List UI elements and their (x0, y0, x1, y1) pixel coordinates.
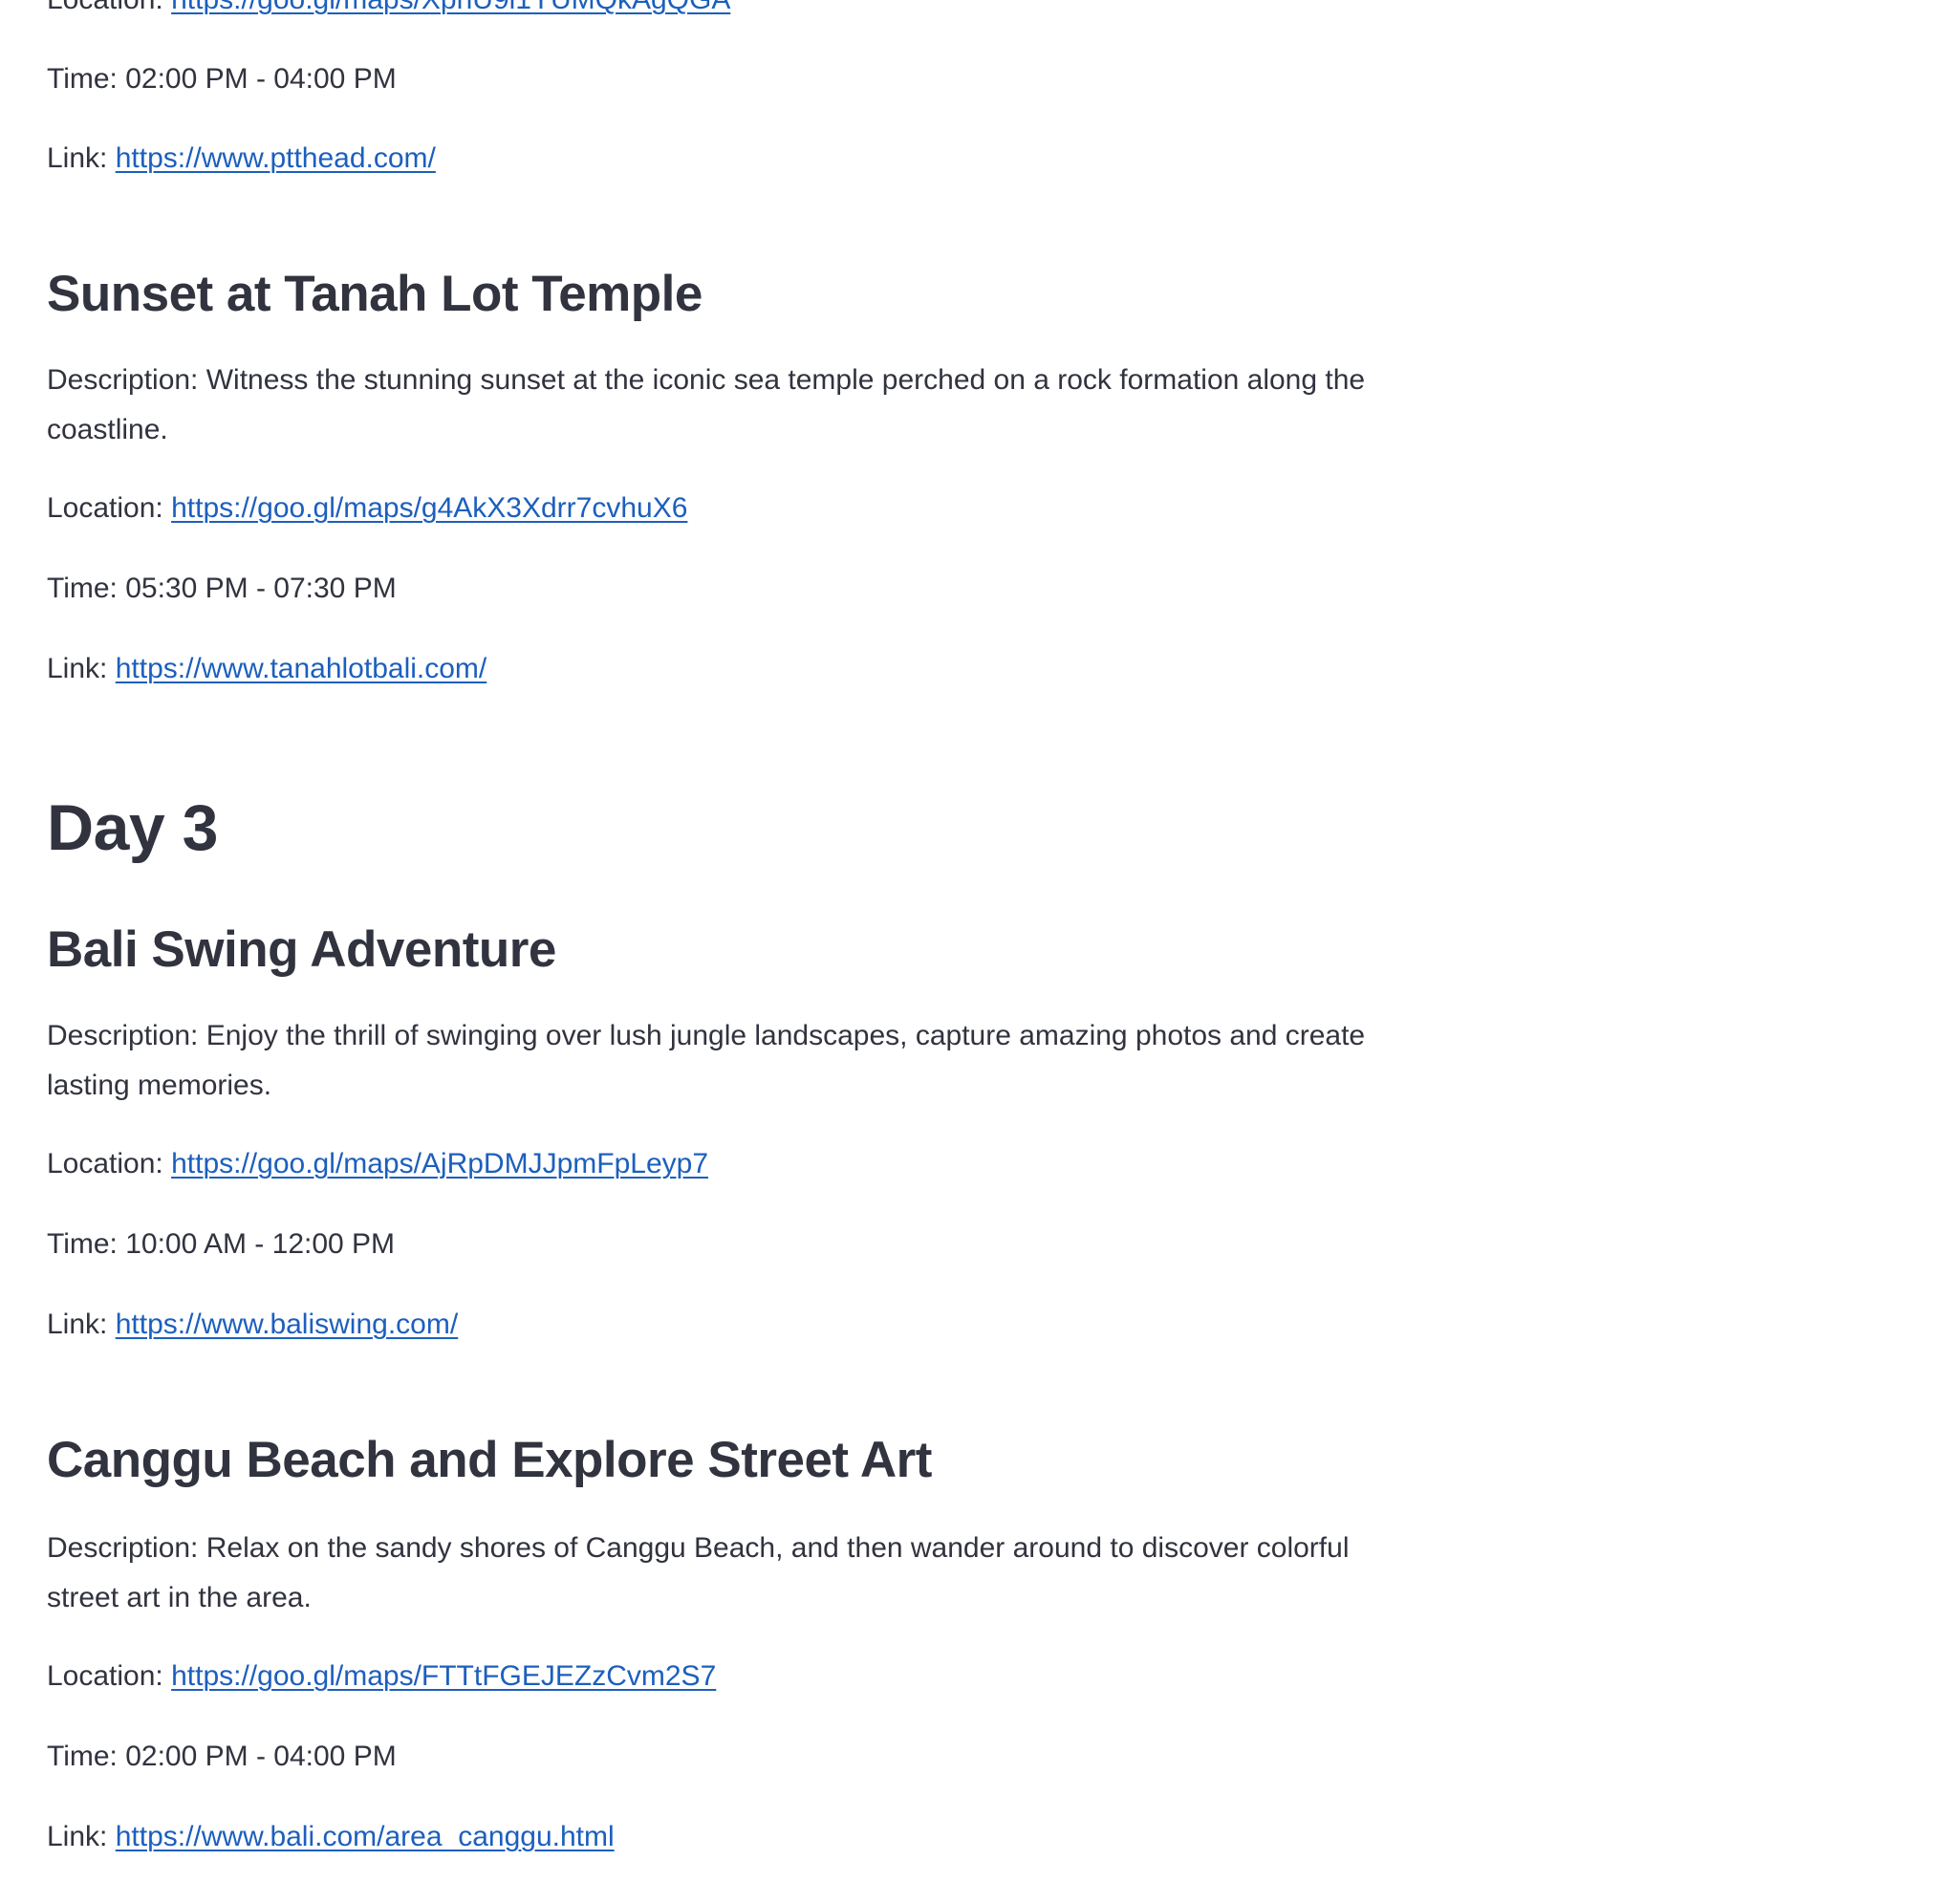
location-label: Location: (47, 1660, 172, 1692)
link-label: Link: (47, 1821, 116, 1852)
prev-location-line: Location: https://goo.gl/maps/XpnU9i1YUM… (47, 0, 730, 25)
tanah-lot-location-link[interactable]: https://goo.gl/maps/g4AkX3Xdrr7cvhuX6 (171, 492, 687, 524)
location-label: Location: (47, 1148, 172, 1179)
link-label: Link: (47, 653, 116, 684)
prev-link-line: Link: https://www.ptthead.com/ (47, 134, 436, 184)
bali-swing-location-link[interactable]: https://goo.gl/maps/AjRpDMJJpmFpLeyp7 (171, 1148, 708, 1179)
canggu-description: Description: Relax on the sandy shores o… (47, 1532, 1350, 1613)
tanah-lot-description: Description: Witness the stunning sunset… (47, 364, 1366, 445)
canggu-time: Time: 02:00 PM - 04:00 PM (47, 1741, 397, 1772)
canggu-link-line: Link: https://www.bali.com/area_canggu.h… (47, 1812, 615, 1862)
location-label: Location: (47, 0, 171, 15)
prev-location-link[interactable]: https://goo.gl/maps/XpnU9i1YUMQkAgQGA (171, 0, 730, 15)
prev-time-line: Time: 02:00 PM - 04:00 PM (47, 63, 397, 95)
link-label: Link: (47, 142, 116, 174)
canggu-title: Canggu Beach and Explore Street Art (47, 1432, 932, 1488)
bali-swing-title: Bali Swing Adventure (47, 921, 556, 978)
canggu-location-link[interactable]: https://goo.gl/maps/FTTtFGEJEZzCvm2S7 (171, 1660, 716, 1692)
location-label: Location: (47, 492, 172, 524)
bali-swing-location-line: Location: https://goo.gl/maps/AjRpDMJJpm… (47, 1139, 708, 1189)
canggu-website-link[interactable]: https://www.bali.com/area_canggu.html (116, 1821, 615, 1852)
link-label: Link: (47, 1309, 116, 1340)
day-3-heading: Day 3 (47, 791, 218, 864)
bali-swing-description: Description: Enjoy the thrill of swingin… (47, 1020, 1366, 1101)
canggu-location-line: Location: https://goo.gl/maps/FTTtFGEJEZ… (47, 1652, 716, 1701)
tanah-lot-location-line: Location: https://goo.gl/maps/g4AkX3Xdrr… (47, 484, 687, 533)
tanah-lot-website-link[interactable]: https://www.tanahlotbali.com/ (116, 653, 487, 684)
tanah-lot-link-line: Link: https://www.tanahlotbali.com/ (47, 644, 486, 694)
prev-website-link[interactable]: https://www.ptthead.com/ (116, 142, 436, 174)
bali-swing-time: Time: 10:00 AM - 12:00 PM (47, 1228, 396, 1260)
bali-swing-link-line: Link: https://www.baliswing.com/ (47, 1300, 458, 1350)
tanah-lot-title: Sunset at Tanah Lot Temple (47, 266, 703, 322)
bali-swing-website-link[interactable]: https://www.baliswing.com/ (116, 1309, 458, 1340)
tanah-lot-time: Time: 05:30 PM - 07:30 PM (47, 573, 397, 604)
